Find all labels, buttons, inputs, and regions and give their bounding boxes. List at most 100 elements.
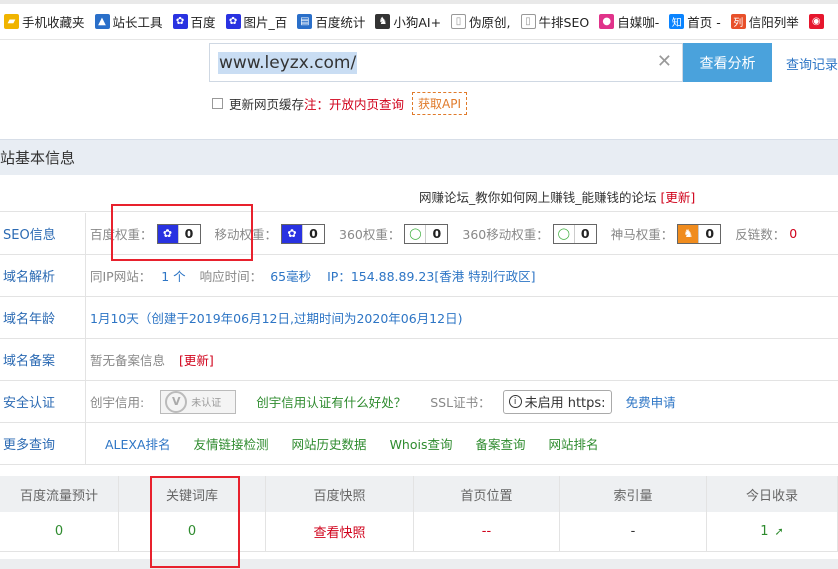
baidu-paw-icon: ✿	[225, 14, 241, 29]
domain-age-content: 1月10天（创建于2019年06月12日,过期时间为2020年06月12日)	[90, 297, 462, 338]
stats-value-cell[interactable]: 查看快照	[266, 512, 414, 551]
more-query-link[interactable]: 备案查询	[475, 434, 525, 453]
chart-icon: ▲	[94, 14, 110, 29]
more-queries-content: ALEXA排名 友情链接检测 网站历史数据 Whois查询 备案查询 网站排名	[105, 423, 622, 464]
list-icon: 列	[730, 14, 746, 29]
security-label: 安全认证	[0, 381, 86, 422]
stats-header-cell: 百度快照	[266, 476, 414, 512]
bookmark-item[interactable]: 知首页 -	[669, 12, 721, 31]
bookmark-item[interactable]: ✿ 百度	[172, 12, 216, 31]
bookmark-label: 图片_百	[243, 15, 288, 30]
refresh-note: 注：开放内页查询	[304, 97, 405, 112]
stats-header-cell: 首页位置	[414, 476, 560, 512]
site-title-update-link[interactable]: [更新]	[661, 190, 696, 205]
bookmark-item[interactable]: ▯ 伪原创,	[451, 12, 511, 31]
query-history-link[interactable]: 查询记录	[786, 54, 838, 73]
search-input-value: www.leyzx.com/	[218, 52, 358, 74]
seo-weight-label: 神马权重：	[610, 227, 674, 242]
dns-content: 同IP网站： 1 个 响应时间： 65毫秒 IP：154.88.89.23[香港…	[90, 255, 536, 296]
bookmark-item[interactable]: 列信阳列举	[730, 12, 799, 31]
stats-header-cell: 索引量	[560, 476, 707, 512]
ssl-apply-link[interactable]: 免费申请	[626, 392, 676, 411]
backlinks-value[interactable]: 0	[789, 226, 797, 241]
360-icon: ◯	[553, 224, 574, 243]
chuangyu-badge-text: 未认证	[191, 398, 222, 409]
same-ip-value[interactable]: 1 个	[161, 266, 185, 285]
bookmark-label: 信阳列举	[748, 15, 799, 30]
info-icon: i	[508, 395, 522, 408]
icp-content: 暂无备案信息 [更新]	[90, 339, 214, 380]
bookmark-item[interactable]: ✿ 图片_百	[225, 12, 288, 31]
refresh-cache-label: 更新网页缓存	[229, 97, 305, 112]
stats-value[interactable]: 查看快照	[313, 522, 365, 541]
seo-weight-label: 360移动权重：	[462, 227, 549, 242]
ip-link[interactable]: IP：154.88.89.23[香港 特别行政区]	[327, 266, 535, 285]
page-icon: ▯	[520, 14, 536, 29]
bookmark-label: 百度统计	[315, 15, 366, 30]
more-query-link[interactable]: ALEXA排名	[105, 434, 171, 453]
more-queries-row: 更多查询 ALEXA排名 友情链接检测 网站历史数据 Whois查询 备案查询 网站排名	[0, 423, 838, 465]
stats-value: --	[481, 524, 492, 539]
seo-weight-badge[interactable]: ◯ 0	[552, 223, 597, 244]
chuangyu-benefit-link[interactable]: 创宇信用认证有什么好处？	[256, 392, 406, 411]
stats-header-cell: 今日收录	[707, 476, 838, 512]
bookmark-label: 首页 -	[687, 15, 721, 30]
stats-header-row: 百度流量预计 关键词库 百度快照 首页位置 索引量 今日收录	[0, 476, 838, 512]
more-query-link[interactable]: 网站历史数据	[292, 434, 367, 453]
bookmark-item[interactable]: ▰ 手机收藏夹	[4, 12, 85, 31]
bookmark-item[interactable]: ◉	[808, 14, 827, 29]
folder-icon: ▰	[4, 14, 19, 29]
domain-search-input[interactable]: www.leyzx.com/ ✕	[209, 43, 683, 82]
bookmark-item[interactable]: ▤ 百度统计	[297, 12, 365, 31]
up-arrow-icon: ➚	[774, 525, 784, 538]
bookmark-label: 伪原创,	[469, 15, 511, 30]
stats-value: -	[630, 524, 636, 539]
bookmark-item[interactable]: ♞ 小狗AI+	[375, 12, 441, 31]
seo-weight-badge[interactable]: ◯ 0	[404, 223, 449, 244]
analyze-button[interactable]: 查看分析	[683, 43, 772, 82]
more-query-link[interactable]: 友情链接检测	[194, 434, 269, 453]
seo-weight-label: 360权重：	[339, 227, 401, 242]
same-ip-label: 同IP网站：	[90, 269, 152, 284]
baidu-paw-icon: ✿	[172, 14, 188, 29]
seo-weight-value: 0	[573, 224, 596, 243]
seo-weight-badge[interactable]: ✿ 0	[281, 223, 326, 244]
stats-value-cell: 0	[0, 512, 119, 551]
chuangyu-label: 创宇信用:	[90, 395, 145, 410]
shenma-icon: ♞	[678, 224, 699, 243]
refresh-cache-checkbox[interactable]	[212, 98, 223, 109]
stats-value-cell: -	[560, 512, 707, 551]
site-title: 网赚论坛_教你如何网上赚钱_能赚钱的论坛 [更新]	[419, 187, 695, 206]
bookmarks-bar: ▰ 手机收藏夹 ▲ 站长工具 ✿ 百度 ✿ 图片_百 ▤ 百度统计 ♞ 小狗AI+ ▯ 伪原创, ▯ 牛排SE…	[0, 4, 838, 40]
more-query-link[interactable]: Whois查询	[390, 434, 453, 453]
bookmark-label: 牛排SEO	[538, 15, 590, 30]
clear-icon[interactable]: ✕	[657, 51, 672, 72]
seo-weight-badge[interactable]: ♞ 0	[677, 223, 722, 244]
bookmark-item[interactable]: ● 自媒咖-	[599, 12, 659, 31]
get-api-button[interactable]: 获取API	[412, 92, 468, 115]
domain-age-row: 域名年龄 1月10天（创建于2019年06月12日,过期时间为2020年06月1…	[0, 297, 838, 339]
seo-weight-value: 0	[302, 224, 325, 243]
icp-update-link[interactable]: [更新]	[179, 350, 214, 369]
bookmark-label: 自媒咖-	[617, 15, 660, 30]
icp-row: 域名备案 暂无备案信息 [更新]	[0, 339, 838, 381]
more-queries-label: 更多查询	[0, 423, 86, 464]
chuangyu-badge[interactable]: V 未认证	[160, 389, 237, 414]
annotation-box-keyword-lib	[150, 476, 240, 568]
bottom-strip	[0, 559, 838, 569]
seo-weight-value: 0	[698, 224, 721, 243]
security-row: 安全认证 创宇信用: V 未认证 创宇信用认证有什么好处？ SSL证书： i 未…	[0, 381, 838, 423]
bookmark-item[interactable]: ▯ 牛排SEO	[520, 12, 590, 31]
bookmark-label: 手机收藏夹	[22, 15, 85, 30]
zhihu-icon: 知	[669, 14, 685, 29]
security-content: 创宇信用: V 未认证 创宇信用认证有什么好处？ SSL证书： i 未启用 ht…	[90, 381, 676, 422]
seo-info-label: SEO信息	[0, 213, 86, 254]
annotation-box-baidu-weight	[111, 204, 253, 261]
domain-age-text: 1月10天（创建于2019年06月12日,过期时间为2020年06月12日)	[90, 311, 463, 326]
bookmark-item[interactable]: ▲ 站长工具	[94, 12, 163, 31]
more-query-link[interactable]: 网站排名	[549, 434, 599, 453]
verify-v-icon: V	[165, 390, 188, 413]
stats-icon: ▤	[297, 14, 313, 29]
stats-table: 百度流量预计 关键词库 百度快照 首页位置 索引量 今日收录 0 0 查看快照 -- -1 ➚	[0, 476, 838, 552]
dog-icon: ♞	[375, 14, 391, 29]
